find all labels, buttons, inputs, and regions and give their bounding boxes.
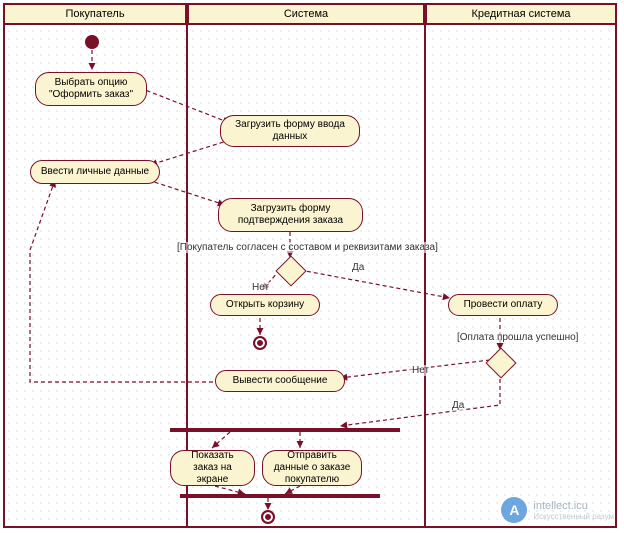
guard-no-1: Нет [250,282,271,293]
lane-header-system: Система [187,3,425,25]
activity-enter-data: Ввести личные данные [30,160,160,184]
lane-header-credit: Кредитная система [425,3,617,25]
lane-divider-2 [424,25,426,528]
guard-yes-2: Да [450,400,466,411]
watermark-title: intellect.icu [533,500,614,512]
activity-open-cart: Открыть корзину [210,294,320,316]
activity-label: Загрузить форму ввода данных [229,119,351,143]
initial-node [85,35,99,49]
activity-process-payment: Провести оплату [448,294,558,316]
guard-no-2: Нет [410,365,431,376]
diagram-frame: Покупатель Система Кредитная система [0,0,624,533]
activity-label: Вывести сообщение [233,375,328,387]
activity-label: Провести оплату [464,299,543,311]
watermark: A intellect.icu Искусственный разум [501,497,614,523]
activity-show-message: Вывести сообщение [215,370,345,392]
activity-label: Отправить данные о заказе покупателю [271,450,353,486]
lane-header-label: Система [284,8,328,20]
activity-send-data: Отправить данные о заказе покупателю [262,450,362,486]
activity-label: Загрузить форму подтверждения заказа [227,203,354,227]
fork-bar [170,428,400,432]
activity-show-order: Показать заказ на экране [170,450,255,486]
watermark-letter: A [509,502,519,518]
lane-header-label: Кредитная система [471,8,570,20]
watermark-sub: Искусственный разум [533,512,614,521]
watermark-icon: A [501,497,527,523]
lane-header-label: Покупатель [65,8,124,20]
join-bar [180,494,380,498]
activity-label: Ввести личные данные [41,166,149,178]
activity-label: Показать заказ на экране [179,450,246,486]
guard-yes-1: Да [350,262,366,273]
final-node-1 [253,336,267,350]
guard-main: [Покупатель согласен с составом и реквиз… [175,242,440,253]
guard-payment: [Оплата прошла успешно] [455,332,580,343]
final-node-2 [261,510,275,524]
activity-choose-option: Выбрать опцию "Оформить заказ" [35,72,147,106]
lane-header-buyer: Покупатель [3,3,187,25]
activity-load-confirm: Загрузить форму подтверждения заказа [218,198,363,232]
activity-label: Открыть корзину [226,299,304,311]
activity-load-form: Загрузить форму ввода данных [220,115,360,147]
activity-label: Выбрать опцию "Оформить заказ" [44,77,138,101]
